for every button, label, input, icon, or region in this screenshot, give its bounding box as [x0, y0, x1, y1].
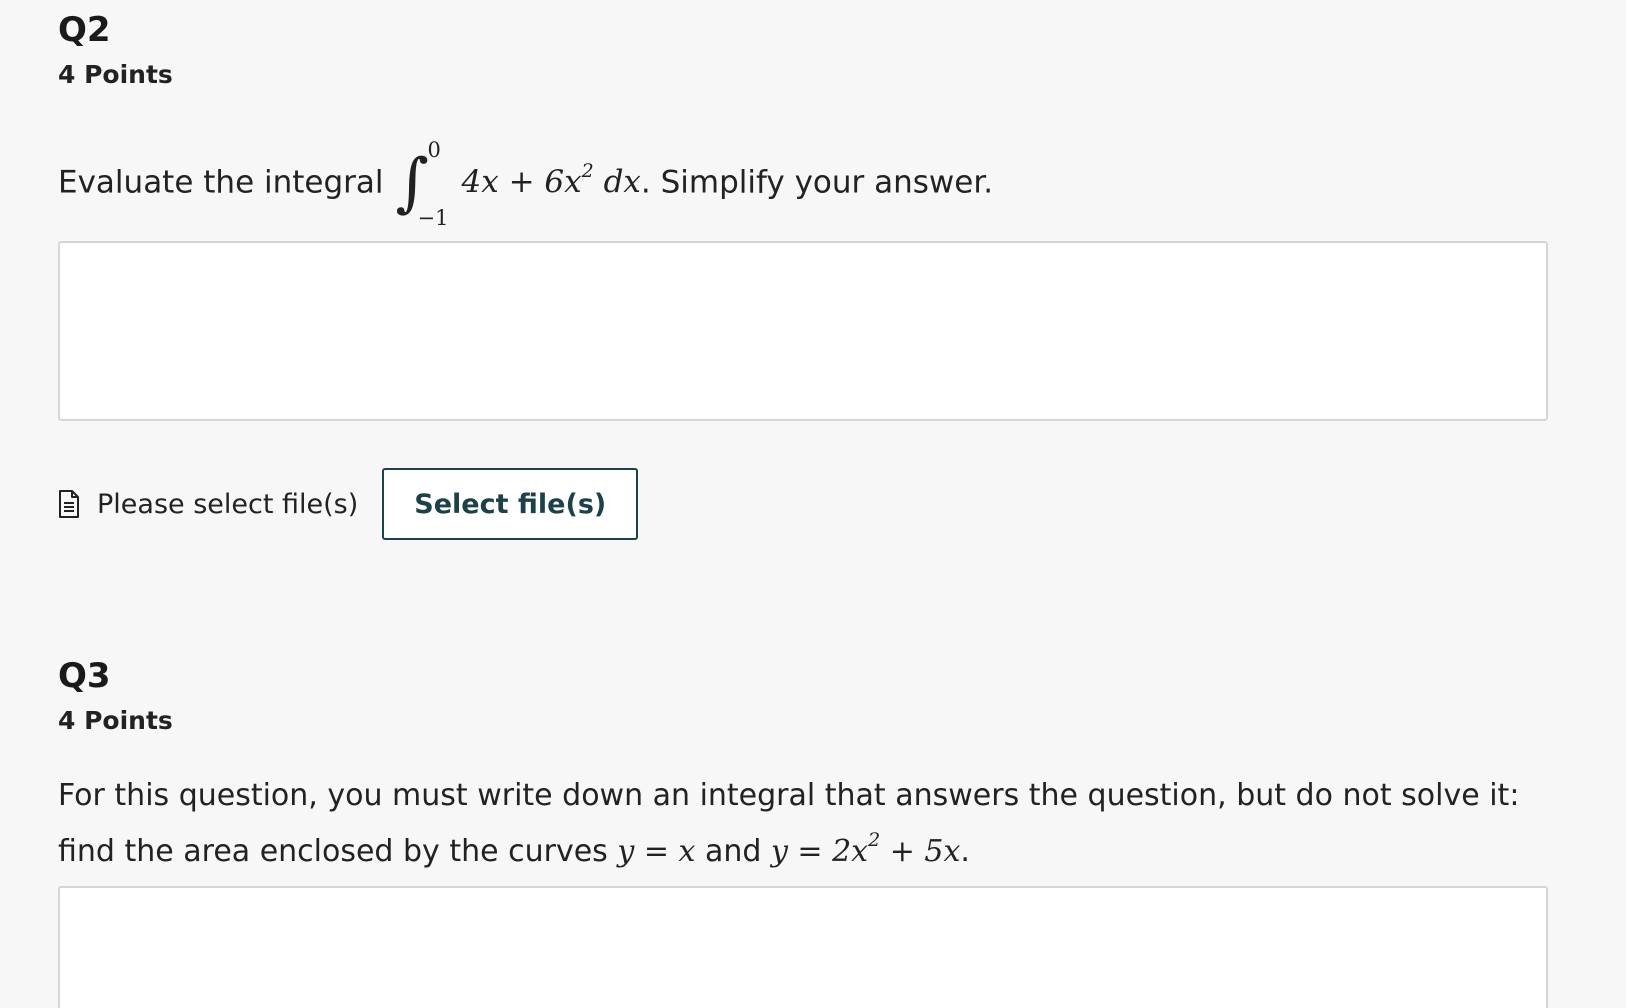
q3-points: 4 Points [58, 706, 173, 735]
integral-upper-limit: 0 [427, 137, 441, 162]
q2-prompt-after: . Simplify your answer. [640, 164, 994, 201]
q2-prompt-before: Evaluate the integral [58, 164, 384, 201]
q3-prompt: For this question, you must write down a… [58, 772, 1578, 876]
q3-title: Q3 [58, 656, 111, 696]
q2-points: 4 Points [58, 60, 173, 89]
q3-prompt-line2: find the area enclosed by the curves y =… [58, 829, 970, 869]
document-icon [59, 490, 79, 518]
file-status-text: Please select file(s) [97, 488, 359, 520]
q3-prompt-line1: For this question, you must write down a… [58, 778, 1520, 813]
q2-file-upload-row: Please select file(s) Select file(s) [58, 468, 639, 540]
q2-title: Q2 [58, 10, 111, 50]
integral-symbol: ∫ 0 −1 [394, 139, 454, 229]
q3-answer-field[interactable] [58, 886, 1548, 1008]
q2-integrand: 4x + 6x2 dx [461, 160, 641, 201]
q2-answer-field[interactable] [58, 241, 1548, 421]
q2-prompt: Evaluate the integral ∫ 0 −1 4x + 6x2 dx… [58, 130, 994, 229]
select-files-button[interactable]: Select file(s) [382, 468, 639, 540]
q3-equation-2: y = 2x2 + 5x [770, 829, 961, 869]
integral-lower-limit: −1 [417, 205, 449, 230]
q3-equation-1: y = x [617, 834, 696, 869]
